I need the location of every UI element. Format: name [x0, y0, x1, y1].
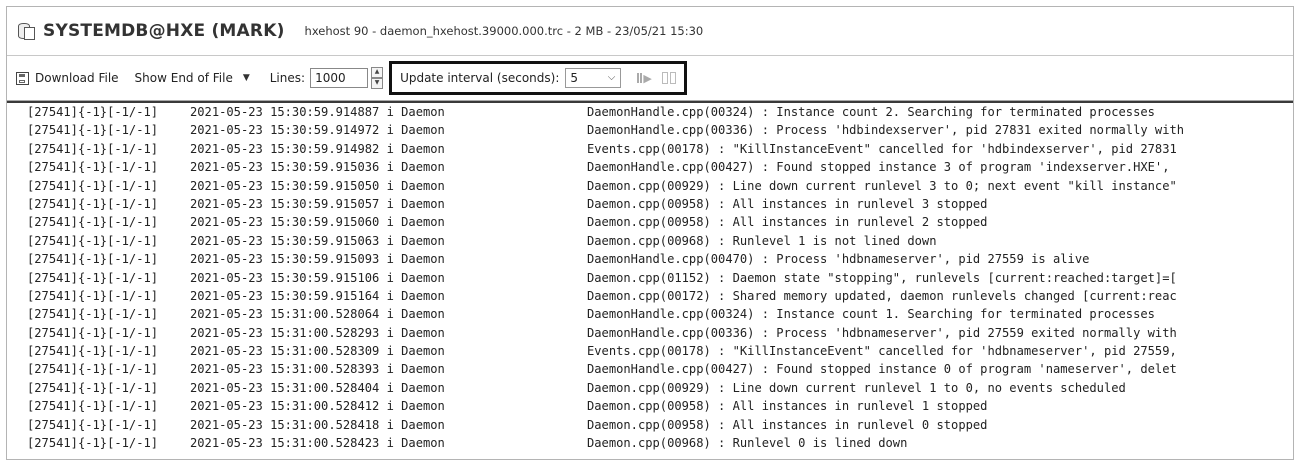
log-timestamp: 2021-05-23 15:30:59.915164 i Daemon — [190, 288, 445, 303]
log-message: Daemon.cpp(00929) : Line down current ru… — [587, 380, 1126, 395]
log-message: Daemon.cpp(00929) : Line down current ru… — [587, 178, 1177, 193]
update-interval-highlight: Update interval (seconds): 5 ⌵ ▶ — [389, 61, 687, 95]
download-file-button[interactable]: Download File — [35, 71, 119, 85]
log-timestamp: 2021-05-23 15:31:00.528423 i Daemon — [190, 436, 445, 451]
log-thread: [27541]{-1}[-1/-1] — [27, 380, 159, 395]
log-message: Daemon.cpp(00958) : All instances in run… — [587, 399, 988, 414]
log-timestamp: 2021-05-23 15:30:59.915106 i Daemon — [190, 270, 445, 285]
log-row[interactable]: [27541]{-1}[-1/-1] 2021-05-23 15:30:59.91… — [7, 121, 1293, 139]
stepper-up-icon[interactable]: ▲ — [371, 67, 384, 78]
title-bar: SYSTEMDB@HXE (MARK) hxehost 90 - daemon_… — [7, 7, 1293, 56]
save-icon[interactable] — [16, 71, 29, 85]
log-thread: [27541]{-1}[-1/-1] — [27, 105, 159, 119]
log-thread: [27541]{-1}[-1/-1] — [27, 252, 159, 267]
update-interval-label: Update interval (seconds): — [400, 71, 560, 85]
chevron-down-icon[interactable]: ▼ — [243, 73, 250, 83]
pause-icon[interactable] — [661, 72, 676, 84]
log-timestamp: 2021-05-23 15:30:59.915060 i Daemon — [190, 215, 445, 230]
log-message: Events.cpp(00178) : "KillInstanceEvent" … — [587, 141, 1177, 156]
log-message: Daemon.cpp(00958) : All instances in run… — [587, 417, 988, 432]
log-message: DaemonHandle.cpp(00336) : Process 'hdbin… — [587, 123, 1185, 138]
log-thread: [27541]{-1}[-1/-1] — [27, 307, 159, 322]
log-row[interactable]: [27541]{-1}[-1/-1] 2021-05-23 15:30:59.91… — [7, 158, 1293, 176]
log-thread: [27541]{-1}[-1/-1] — [27, 417, 159, 432]
lines-input[interactable] — [310, 68, 369, 88]
log-message: DaemonHandle.cpp(00324) : Instance count… — [587, 105, 1155, 119]
log-thread: [27541]{-1}[-1/-1] — [27, 325, 159, 340]
log-row[interactable]: [27541]{-1}[-1/-1] 2021-05-23 15:31:00.52… — [7, 360, 1293, 378]
trace-log-view[interactable]: [27541]{-1}[-1/-1] 2021-05-23 15:30:59.91… — [7, 101, 1293, 459]
log-row[interactable]: [27541]{-1}[-1/-1] 2021-05-23 15:31:00.52… — [7, 324, 1293, 342]
log-message: Daemon.cpp(00172) : Shared memory update… — [587, 288, 1177, 303]
log-timestamp: 2021-05-23 15:31:00.528393 i Daemon — [190, 362, 445, 377]
log-timestamp: 2021-05-23 15:30:59.915093 i Daemon — [190, 252, 445, 267]
log-timestamp: 2021-05-23 15:31:00.528293 i Daemon — [190, 325, 445, 340]
log-thread: [27541]{-1}[-1/-1] — [27, 233, 159, 248]
log-message: DaemonHandle.cpp(00470) : Process 'hdbna… — [587, 252, 1090, 267]
log-message: DaemonHandle.cpp(00427) : Found stopped … — [587, 160, 1170, 175]
log-thread: [27541]{-1}[-1/-1] — [27, 344, 159, 359]
log-message: Daemon.cpp(00958) : All instances in run… — [587, 196, 988, 211]
log-row[interactable]: [27541]{-1}[-1/-1] 2021-05-23 15:31:00.52… — [7, 342, 1293, 360]
update-interval-select[interactable]: 5 ⌵ — [565, 68, 622, 88]
log-row[interactable]: [27541]{-1}[-1/-1] 2021-05-23 15:30:59.91… — [7, 250, 1293, 268]
log-message: Daemon.cpp(00958) : All instances in run… — [587, 215, 988, 230]
log-row[interactable]: [27541]{-1}[-1/-1] 2021-05-23 15:30:59.91… — [7, 177, 1293, 195]
log-timestamp: 2021-05-23 15:30:59.914982 i Daemon — [190, 141, 445, 156]
log-timestamp: 2021-05-23 15:30:59.915036 i Daemon — [190, 160, 445, 175]
log-row[interactable]: [27541]{-1}[-1/-1] 2021-05-23 15:30:59.91… — [7, 269, 1293, 287]
log-thread: [27541]{-1}[-1/-1] — [27, 141, 159, 156]
system-title: SYSTEMDB@HXE (MARK) — [43, 21, 285, 41]
log-message: Events.cpp(00178) : "KillInstanceEvent" … — [587, 344, 1177, 359]
log-message: Daemon.cpp(01152) : Daemon state "stoppi… — [587, 270, 1177, 285]
log-row[interactable]: [27541]{-1}[-1/-1] 2021-05-23 15:31:00.52… — [7, 397, 1293, 415]
log-timestamp: 2021-05-23 15:31:00.528404 i Daemon — [190, 380, 445, 395]
log-row[interactable]: [27541]{-1}[-1/-1] 2021-05-23 15:31:00.52… — [7, 434, 1293, 452]
lines-label: Lines: — [269, 71, 306, 85]
log-thread: [27541]{-1}[-1/-1] — [27, 160, 159, 175]
log-thread: [27541]{-1}[-1/-1] — [27, 362, 159, 377]
log-message: DaemonHandle.cpp(00336) : Process 'hdbna… — [587, 325, 1177, 340]
log-timestamp: 2021-05-23 15:31:00.528064 i Daemon — [190, 307, 445, 322]
log-row[interactable]: [27541]{-1}[-1/-1] 2021-05-23 15:30:59.91… — [7, 213, 1293, 231]
log-message: DaemonHandle.cpp(00427) : Found stopped … — [587, 362, 1177, 377]
log-timestamp: 2021-05-23 15:30:59.915050 i Daemon — [190, 178, 445, 193]
log-thread: [27541]{-1}[-1/-1] — [27, 215, 159, 230]
show-end-of-file-button[interactable]: Show End of File — [135, 71, 233, 85]
log-timestamp: 2021-05-23 15:30:59.915057 i Daemon — [190, 196, 445, 211]
toolbar: Download File Show End of File ▼ Lines: … — [7, 56, 1293, 101]
log-message: Daemon.cpp(00968) : Runlevel 1 is not li… — [587, 233, 937, 248]
log-timestamp: 2021-05-23 15:31:00.528418 i Daemon — [190, 417, 445, 432]
log-thread: [27541]{-1}[-1/-1] — [27, 196, 159, 211]
log-thread: [27541]{-1}[-1/-1] — [27, 270, 159, 285]
log-message: Daemon.cpp(00968) : Runlevel 0 is lined … — [587, 436, 908, 451]
trace-file-info: hxehost 90 - daemon_hxehost.39000.000.tr… — [304, 24, 704, 38]
log-row[interactable]: [27541]{-1}[-1/-1] 2021-05-23 15:30:59.91… — [7, 140, 1293, 158]
log-thread: [27541]{-1}[-1/-1] — [27, 436, 159, 451]
log-row[interactable]: [27541]{-1}[-1/-1] 2021-05-23 15:31:00.52… — [7, 305, 1293, 323]
database-trace-icon — [17, 22, 35, 40]
dropdown-chevron-icon[interactable]: ⌵ — [608, 69, 616, 87]
log-row[interactable]: [27541]{-1}[-1/-1] 2021-05-23 15:30:59.91… — [7, 103, 1293, 121]
log-row[interactable]: [27541]{-1}[-1/-1] 2021-05-23 15:30:59.91… — [7, 232, 1293, 250]
lines-stepper[interactable]: ▲ ▼ — [371, 67, 384, 89]
log-thread: [27541]{-1}[-1/-1] — [27, 399, 159, 414]
log-row[interactable]: [27541]{-1}[-1/-1] 2021-05-23 15:30:59.91… — [7, 287, 1293, 305]
log-timestamp: 2021-05-23 15:31:00.528412 i Daemon — [190, 399, 445, 414]
log-row[interactable]: [27541]{-1}[-1/-1] 2021-05-23 15:31:00.52… — [7, 379, 1293, 397]
update-interval-value: 5 — [570, 71, 578, 85]
log-thread: [27541]{-1}[-1/-1] — [27, 288, 159, 303]
log-timestamp: 2021-05-23 15:30:59.915063 i Daemon — [190, 233, 445, 248]
stepper-down-icon[interactable]: ▼ — [371, 78, 384, 89]
trace-viewer-window: SYSTEMDB@HXE (MARK) hxehost 90 - daemon_… — [6, 6, 1294, 460]
log-thread: [27541]{-1}[-1/-1] — [27, 178, 159, 193]
log-row[interactable]: [27541]{-1}[-1/-1] 2021-05-23 15:30:59.91… — [7, 195, 1293, 213]
log-row[interactable]: [27541]{-1}[-1/-1] 2021-05-23 15:31:00.52… — [7, 416, 1293, 434]
play-icon[interactable]: ▶ — [637, 72, 652, 85]
log-timestamp: 2021-05-23 15:31:00.528309 i Daemon — [190, 344, 445, 359]
log-timestamp: 2021-05-23 15:30:59.914887 i Daemon — [190, 105, 445, 119]
log-message: DaemonHandle.cpp(00324) : Instance count… — [587, 307, 1155, 322]
log-timestamp: 2021-05-23 15:30:59.914972 i Daemon — [190, 123, 445, 138]
log-thread: [27541]{-1}[-1/-1] — [27, 123, 159, 138]
